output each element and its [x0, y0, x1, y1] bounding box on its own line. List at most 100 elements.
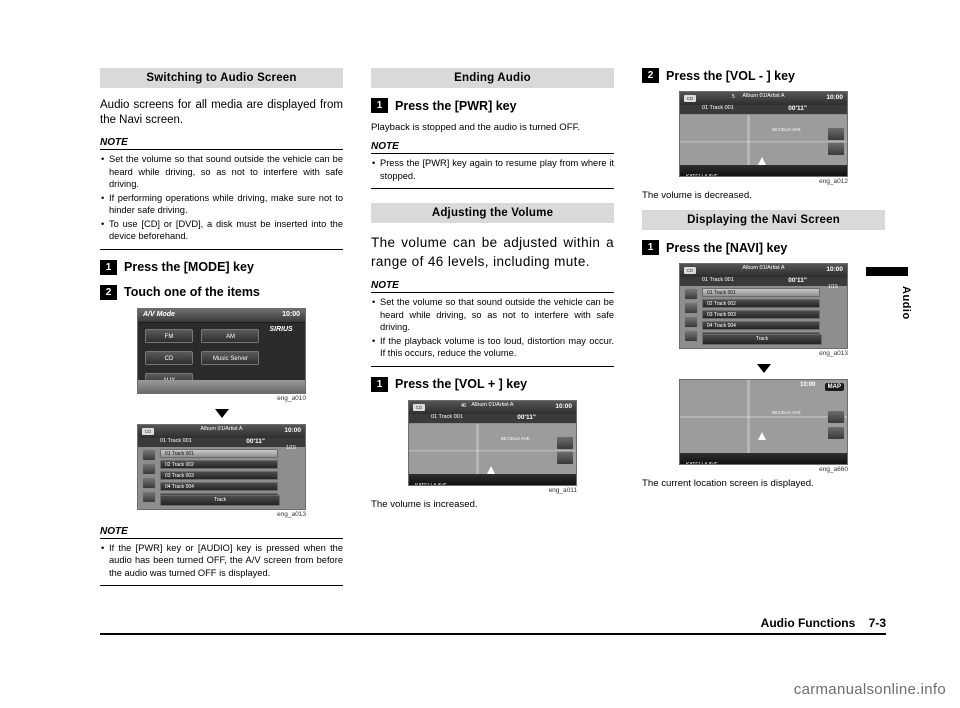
arrow-down-icon — [214, 408, 229, 418]
street-label: KATELLA AVE — [415, 482, 448, 486]
footer-title: Audio Functions — [760, 616, 856, 630]
av-btn-fm[interactable]: FM — [145, 328, 193, 343]
figure-caption: eng_a013 — [277, 510, 306, 518]
page-indicator: 1/15 — [286, 444, 296, 451]
map-area[interactable]: 68 CELIA AVE KATELLA AVE — [409, 423, 576, 486]
screenshot-track-list-2: CD Album 01/Artist A 10:00 01 Track 001 … — [679, 263, 848, 349]
album-label: Album 01/Artist A — [471, 401, 514, 408]
track-row[interactable]: 03 Track 003 — [702, 310, 820, 319]
map-button-1[interactable] — [556, 435, 574, 450]
manual-page: Switching to Audio Screen Audio screens … — [0, 0, 960, 708]
av-btn-cd[interactable]: CD — [145, 350, 193, 365]
street-label: KATELLA AVE — [686, 462, 719, 465]
step-number: 2 — [100, 284, 117, 300]
figure-caption: eng_a660 — [819, 466, 848, 473]
figure-caption: eng_a010 — [277, 394, 306, 402]
track-row[interactable]: 01 Track 001 — [160, 448, 278, 458]
side-button-1[interactable] — [684, 288, 698, 300]
track-label: 01 Track 001 — [702, 277, 734, 283]
map-bottom-bar: KATELLA AVE — [680, 165, 847, 176]
side-button-3[interactable] — [684, 316, 698, 328]
note-list-4: Set the volume so that sound outside the… — [371, 296, 614, 367]
watermark: carmanualsonline.info — [793, 681, 946, 698]
volume-down-title-bar: CD Album 01/Artist A 10:00 5 — [680, 92, 847, 105]
side-button-1[interactable] — [142, 448, 156, 461]
footer-rule — [100, 633, 886, 635]
map-mode-chip[interactable]: MAP — [824, 383, 844, 391]
section-heading-displaying-navi: Displaying the Navi Screen — [642, 210, 885, 230]
album-label: Album 01/Artist A — [742, 265, 785, 271]
elapsed-time: 00'11" — [246, 437, 265, 445]
map-button-1[interactable] — [827, 127, 845, 141]
figure-caption: eng_a013 — [819, 350, 848, 357]
map-button-2[interactable] — [556, 450, 574, 465]
step-label: Touch one of the items — [124, 285, 260, 299]
screenshot-av-mode: A/V Mode 10:00 FM AM CD Music Server AUX… — [137, 307, 306, 394]
track-row[interactable]: 04 Track 004 — [160, 481, 278, 491]
av-btn-am[interactable]: AM — [201, 328, 260, 343]
step-press-vol-plus-key: 1 Press the [VOL + ] key — [371, 376, 614, 392]
map-button-2[interactable] — [827, 426, 845, 440]
step-press-navi-key: 1 Press the [NAVI] key — [642, 240, 885, 255]
map-button-1[interactable] — [827, 410, 845, 424]
step-number: 1 — [371, 98, 388, 113]
note-label-3: NOTE — [371, 141, 614, 154]
section-heading-ending-audio: Ending Audio — [371, 68, 614, 88]
volume-up-title-bar: CD Album 01/Artist A 10:00 46 — [409, 400, 576, 414]
vehicle-position-icon — [758, 157, 766, 165]
side-button-3[interactable] — [142, 476, 156, 489]
track-row[interactable]: 04 Track 004 — [702, 321, 820, 330]
map-button-2[interactable] — [827, 142, 845, 156]
step-number: 2 — [642, 68, 659, 83]
track-row[interactable]: 02 Track 002 — [160, 459, 278, 469]
step-number: 1 — [100, 259, 117, 275]
track-row[interactable]: 01 Track 001 — [702, 288, 820, 297]
track-row[interactable]: 03 Track 003 — [160, 470, 278, 480]
track-list-side-buttons[interactable] — [684, 288, 698, 344]
track-label: 01 Track 001 — [160, 437, 192, 444]
column-left: Switching to Audio Screen Audio screens … — [100, 68, 343, 594]
track-label: 01 Track 001 — [702, 105, 734, 111]
track-skip-bar[interactable]: Track — [160, 494, 280, 506]
volume-increased-text: The volume is increased. — [371, 498, 478, 510]
cd-icon: CD — [684, 267, 696, 274]
note-list-3: Press the [PWR] key again to resume play… — [371, 157, 614, 189]
map-area[interactable]: MAP 10:00 68 CELIA AVE KATELLA AVE — [680, 380, 847, 464]
side-button-4[interactable] — [684, 330, 698, 342]
screenshot-track-list-1: CD Album 01/Artist A 10:00 01 Track 001 … — [137, 423, 306, 510]
av-mode-clock: 10:00 — [282, 310, 300, 318]
column-middle: Ending Audio 1 Press the [PWR] key Playb… — [371, 68, 614, 519]
note-label-4: NOTE — [371, 280, 614, 293]
street-label: 68 CELIA AVE — [501, 435, 530, 441]
step-number: 1 — [642, 240, 659, 255]
vehicle-position-icon — [758, 432, 766, 440]
av-mode-title: A/V Mode 10:00 — [138, 308, 305, 323]
chapter-tab-bar — [866, 267, 908, 276]
track-skip-bar[interactable]: Track — [702, 334, 822, 345]
note-list-1: Set the volume so that sound outside the… — [100, 153, 343, 250]
track-list-side-buttons[interactable] — [142, 448, 156, 505]
note-item: Press the [PWR] key again to resume play… — [371, 157, 614, 182]
map-area[interactable]: 68 CELIA AVE KATELLA AVE — [680, 115, 847, 176]
step-touch-item: 2 Touch one of the items — [100, 284, 343, 300]
av-btn-music-server[interactable]: Music Server — [201, 350, 260, 365]
side-button-2[interactable] — [142, 462, 156, 475]
note-label-2: NOTE — [100, 525, 343, 539]
clock: 10:00 — [826, 266, 843, 273]
page-indicator: 1/15 — [828, 284, 838, 290]
screenshot-volume-down: CD Album 01/Artist A 10:00 5 01 Track 00… — [679, 91, 848, 177]
side-button-2[interactable] — [684, 302, 698, 314]
side-button-4[interactable] — [142, 490, 156, 503]
track-row[interactable]: 02 Track 002 — [702, 299, 820, 308]
track-list-title-bar: CD Album 01/Artist A 10:00 — [138, 424, 305, 438]
album-label: Album 01/Artist A — [200, 425, 243, 432]
note-item: If performing operations while driving, … — [100, 192, 343, 217]
album-label: Album 01/Artist A — [742, 93, 785, 99]
screenshot-volume-up: CD Album 01/Artist A 10:00 46 01 Track 0… — [408, 399, 577, 486]
clock: 10:00 — [826, 94, 843, 101]
elapsed-time: 00'11" — [788, 277, 807, 284]
step-label: Press the [MODE] key — [124, 260, 254, 274]
section-heading-adjusting-volume: Adjusting the Volume — [371, 203, 614, 223]
current-location-text: The current location screen is displayed… — [642, 478, 814, 489]
track-list-title-bar: CD Album 01/Artist A 10:00 — [680, 264, 847, 277]
